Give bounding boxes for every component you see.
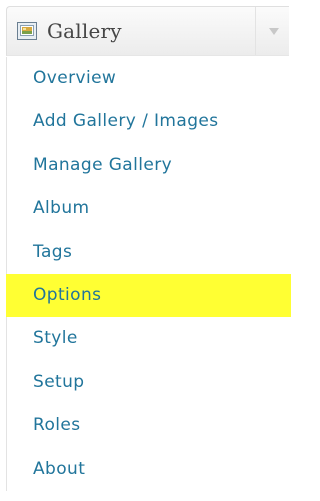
submenu-item-label: Setup — [33, 371, 85, 392]
submenu-item-roles[interactable]: Roles — [7, 404, 291, 447]
submenu-item-label: Tags — [33, 241, 73, 262]
submenu-item-add-gallery-images[interactable]: Add Gallery / Images — [7, 100, 291, 143]
chevron-down-icon — [269, 28, 279, 35]
menu-title[interactable]: Gallery — [47, 19, 122, 43]
submenu-item-label: Roles — [33, 415, 81, 436]
gallery-submenu: Overview Add Gallery / Images Manage Gal… — [6, 57, 291, 491]
header-divider — [255, 7, 256, 55]
submenu-item-label: Album — [33, 198, 90, 219]
submenu-item-label: Options — [33, 284, 102, 305]
submenu-item-label: Add Gallery / Images — [33, 111, 219, 132]
submenu-item-label: Style — [33, 328, 78, 349]
submenu-item-about[interactable]: About — [7, 448, 291, 491]
submenu-item-overview[interactable]: Overview — [7, 57, 291, 100]
submenu-item-label: Overview — [33, 68, 117, 88]
submenu-item-style[interactable]: Style — [7, 317, 291, 360]
submenu-item-label: About — [33, 458, 86, 479]
submenu-item-album[interactable]: Album — [7, 187, 291, 230]
gallery-icon — [17, 22, 37, 40]
gallery-menu-panel: Gallery Overview Add Gallery / Images Ma… — [0, 0, 291, 501]
submenu-item-manage-gallery[interactable]: Manage Gallery — [7, 144, 291, 187]
submenu-item-tags[interactable]: Tags — [7, 231, 291, 274]
menu-toggle-button[interactable] — [257, 7, 290, 55]
submenu-item-options[interactable]: Options — [6, 273, 291, 318]
gallery-menu-header[interactable]: Gallery — [6, 6, 289, 56]
submenu-item-setup[interactable]: Setup — [7, 361, 291, 404]
submenu-item-label: Manage Gallery — [33, 154, 173, 175]
